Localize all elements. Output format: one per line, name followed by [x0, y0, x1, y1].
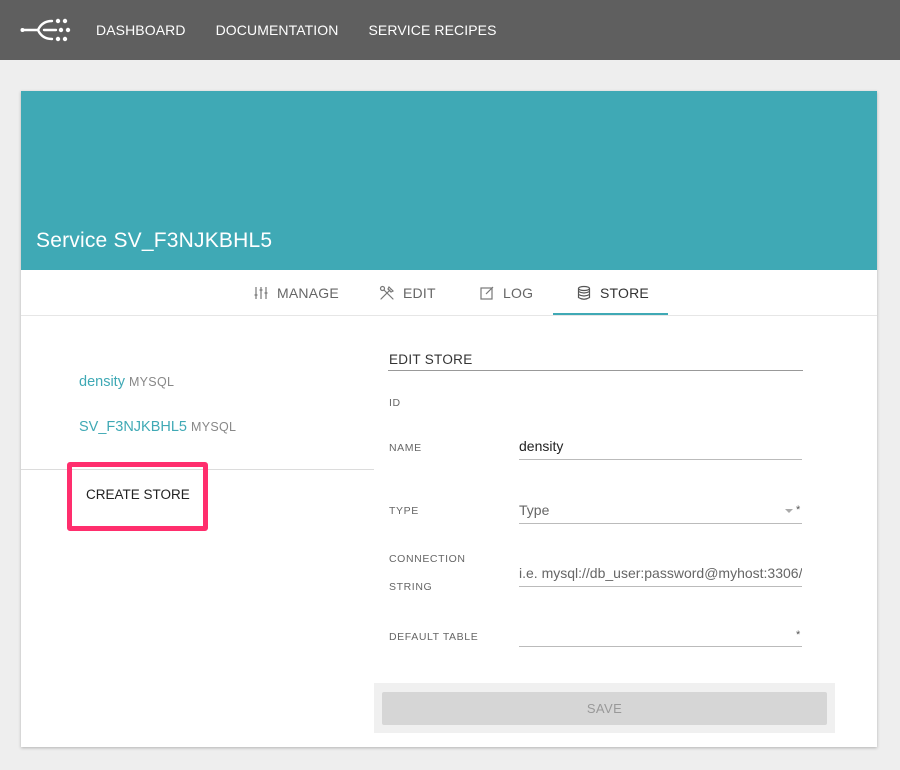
tab-edit[interactable]: EDIT [379, 270, 436, 316]
required-mark: * [796, 504, 801, 516]
page-title: Service SV_F3NJKBHL5 [36, 229, 273, 252]
app-logo-icon[interactable] [20, 16, 72, 44]
store-type: MYSQL [128, 375, 175, 389]
sliders-icon [254, 287, 268, 299]
database-icon [577, 285, 591, 300]
nav-service-recipes[interactable]: SERVICE RECIPES [368, 22, 496, 38]
create-store-button[interactable]: CREATE STORE [86, 487, 190, 502]
active-tab-indicator [553, 313, 668, 315]
service-card: Service SV_F3NJKBHL5 MANAGE EDIT LOG STO… [21, 91, 877, 747]
tab-log[interactable]: LOG [479, 270, 533, 316]
connection-label-line1: CONNECTION [389, 553, 466, 565]
service-header: Service SV_F3NJKBHL5 [21, 91, 877, 270]
nav-documentation[interactable]: DOCUMENTATION [216, 22, 339, 38]
default-table-label: DEFAULT TABLE [389, 631, 479, 643]
store-item-sv[interactable]: SV_F3NJKBHL5 MYSQL [79, 418, 236, 435]
store-name: SV_F3NJKBHL5 [79, 419, 187, 435]
tab-store-label: STORE [600, 285, 649, 301]
type-label: TYPE [389, 505, 419, 517]
save-button[interactable]: SAVE [382, 692, 827, 725]
tab-edit-label: EDIT [403, 285, 436, 301]
form-title-divider [388, 370, 803, 371]
connection-label-line2: STRING [389, 581, 433, 593]
store-type: MYSQL [191, 420, 237, 434]
top-bar: DASHBOARD DOCUMENTATION SERVICE RECIPES [0, 0, 900, 60]
save-panel: SAVE [374, 683, 835, 733]
tab-store[interactable]: STORE [576, 270, 649, 316]
tab-manage-label: MANAGE [277, 285, 339, 301]
id-label: ID [389, 397, 401, 409]
nav-dashboard[interactable]: DASHBOARD [96, 22, 186, 38]
name-field[interactable]: density [519, 438, 802, 460]
edit-note-icon [480, 286, 494, 300]
tools-icon [379, 285, 395, 300]
main-nav: DASHBOARD DOCUMENTATION SERVICE RECIPES [96, 0, 527, 60]
type-select[interactable]: Type [519, 502, 802, 524]
required-mark: * [796, 629, 801, 641]
tab-bar: MANAGE EDIT LOG STORE [21, 270, 877, 316]
chevron-down-icon [785, 509, 793, 513]
store-item-density[interactable]: density MYSQL [79, 373, 174, 390]
tab-log-label: LOG [503, 285, 534, 301]
name-label: NAME [389, 442, 422, 454]
default-table-input[interactable] [519, 625, 802, 647]
form-title: EDIT STORE [389, 352, 473, 367]
connection-string-input[interactable]: i.e. mysql://db_user:password@myhost:330… [519, 565, 802, 587]
tab-manage[interactable]: MANAGE [253, 270, 339, 316]
store-name: density [79, 374, 125, 390]
